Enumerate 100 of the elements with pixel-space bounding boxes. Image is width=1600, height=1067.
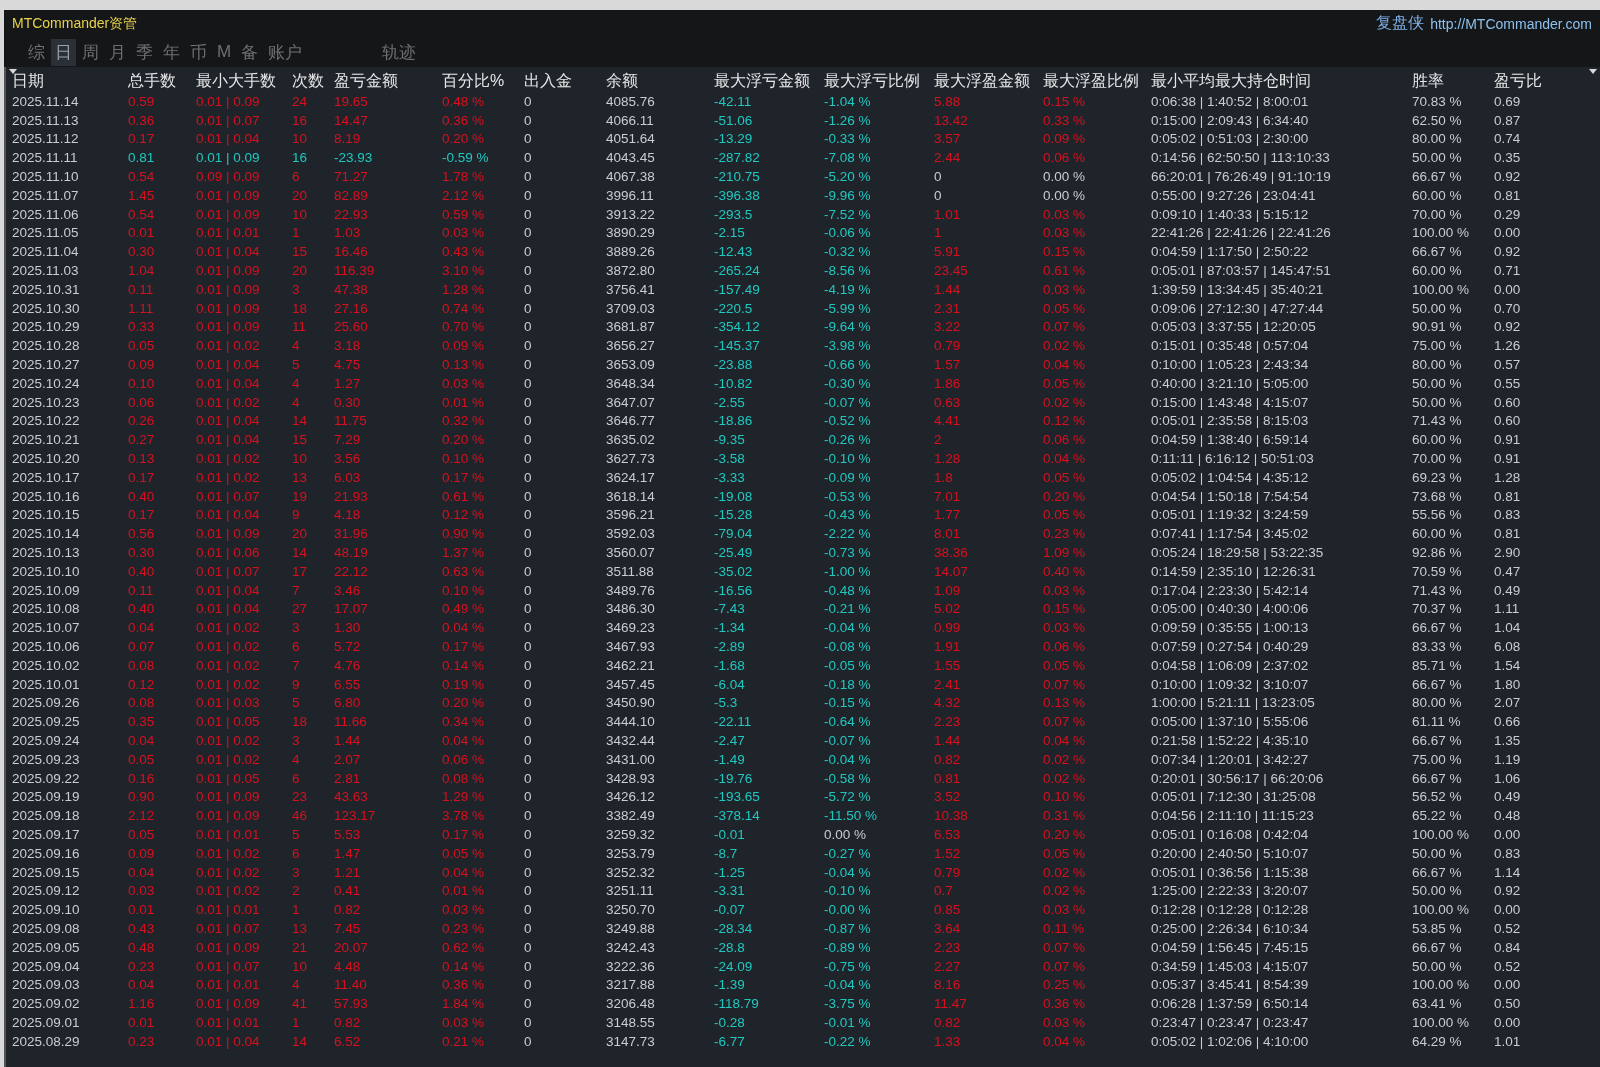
table-cell-text: 0.71 [1494, 263, 1522, 279]
table-cell-text: 2025.09.24 [12, 733, 81, 748]
table-cell-text: 3250.70 [606, 902, 656, 918]
tab[interactable]: 日 [51, 38, 76, 66]
table-cell-text: -0.66 % [824, 357, 872, 373]
table-cell-text: 0 [524, 526, 533, 542]
table-cell-text: 0.83 [1494, 507, 1522, 523]
table-cell-text: -0.28 [714, 1014, 746, 1030]
table-cell-text: 0.04 [128, 620, 156, 636]
table-cell-text: 0 [524, 375, 533, 391]
tab[interactable]: M [213, 40, 236, 64]
table-cell-text: -378.14 [714, 808, 761, 824]
table-cell-text: 0.43 [128, 920, 156, 936]
table-cell-text: 0.09 [128, 357, 156, 373]
table-cell-text: 17.07 [334, 601, 369, 617]
table-cell-text: 0.99 [934, 620, 962, 636]
column-header[interactable]: 最大浮盈比例 [1043, 71, 1151, 92]
table-cell-text: 0.08 [128, 695, 156, 711]
tab[interactable]: 轨迹 [378, 38, 421, 66]
table-cell-text: 0.03 % [1043, 582, 1087, 598]
website-link[interactable]: http://MTCommander.com [1430, 15, 1592, 32]
table-cell-text: 82.89 [334, 187, 369, 203]
table-cell-text: 0.92 [1494, 244, 1522, 260]
column-header[interactable]: 最小平均最大持仓时间 [1151, 71, 1412, 92]
table-cell-text: -293.5 [714, 206, 754, 222]
table-cell-text: 2025.09.15 [12, 864, 81, 880]
table-cell-text: 19 [292, 488, 309, 504]
table-cell-text: -220.5 [714, 300, 754, 316]
table-cell-text: 66.67 % [1412, 244, 1463, 260]
column-header[interactable]: 最小大手数 [196, 71, 292, 92]
column-header[interactable]: 胜率 [1412, 71, 1494, 92]
table-cell-text: 0:04:58 | 1:06:09 | 2:37:02 [1151, 657, 1310, 673]
table-cell-text: 2025.10.10 [12, 563, 81, 579]
table-cell-text: 0.01 | 0.04 [196, 432, 261, 448]
table-cell-text: -0.52 % [824, 413, 872, 429]
tab[interactable]: 备 [237, 38, 263, 66]
table-cell-text: 0:05:02 | 0:51:03 | 2:30:00 [1151, 131, 1310, 147]
table-cell-text: 5.72 [334, 639, 362, 654]
column-header[interactable]: 余额 [606, 71, 714, 92]
tab[interactable]: 月 [105, 38, 130, 66]
tab[interactable]: 季 [132, 38, 157, 66]
table-cell-text: 0.06 % [1043, 432, 1087, 448]
column-header[interactable]: 日期 [12, 71, 128, 92]
tab[interactable]: 币 [186, 38, 211, 66]
table-cell-text: 2.23 [934, 714, 962, 730]
table-cell-text: 0:04:59 | 1:56:45 | 7:45:15 [1151, 939, 1310, 955]
table-cell-text: 0.35 [1494, 150, 1522, 166]
table-cell-text: -35.02 [714, 563, 754, 579]
table-cell-text: 50.00 % [1412, 150, 1463, 166]
table-cell-text: 11.66 [334, 714, 368, 730]
table-cell-text: 0 [524, 695, 533, 711]
table-cell-text: 0.20 % [442, 131, 486, 147]
column-header[interactable]: 总手数 [128, 71, 196, 92]
table-cell-text: 2025.11.05 [12, 225, 80, 241]
tab[interactable]: 年 [159, 38, 184, 66]
column-header[interactable]: 盈亏比 [1494, 71, 1600, 92]
table-cell-text: 3147.73 [606, 1033, 656, 1049]
table-cell-text: 2025.09.01 [12, 1014, 81, 1030]
tab[interactable]: 综 [24, 38, 49, 66]
table-cell-text: 1.28 % [442, 281, 486, 297]
table-cell-text: 0.66 [1494, 714, 1522, 730]
table-cell-text: -10.82 [714, 375, 754, 391]
column-header[interactable]: 次数 [292, 71, 334, 92]
table-cell-text: 0.01 | 0.09 [196, 789, 261, 805]
table-cell-text: 48.19 [334, 545, 369, 560]
table-cell-text: 3 [292, 733, 301, 748]
table-cell-text: 1.04 [128, 263, 156, 279]
table-cell-text: 2025.10.24 [12, 375, 81, 391]
table-cell-text: 0.01 | 0.02 [196, 620, 261, 636]
tab[interactable]: 账户 [264, 38, 307, 66]
table-cell-text: 0.91 [1494, 451, 1522, 467]
tab[interactable]: 周 [78, 38, 103, 66]
column-header[interactable]: 最大浮亏比例 [824, 71, 934, 92]
table-cell-text: -8.56 % [824, 263, 872, 279]
table-cell-text: 18 [292, 300, 309, 316]
table-cell-text: 1.8 [934, 469, 954, 485]
column-header[interactable]: 盈亏金额 [334, 71, 442, 92]
column-header[interactable]: 出入金 [524, 71, 606, 92]
table-cell-text: 0.40 [128, 488, 156, 504]
table-cell-text: 0.17 % [442, 639, 486, 654]
table-cell-text: 3.57 [934, 131, 962, 147]
table-cell-text: 0.23 [128, 958, 156, 974]
table-cell-text: 0 [524, 714, 533, 730]
table-cell-text: 3618.14 [606, 488, 656, 504]
table-cell-text: -1.00 % [824, 563, 872, 579]
table-cell-text: 1.86 [934, 375, 962, 391]
table-cell-text: 3431.00 [606, 751, 656, 767]
table-cell-text: 0:14:59 | 2:35:10 | 12:26:31 [1151, 563, 1317, 579]
table-cell-text: 0.01 | 0.09 [196, 263, 261, 279]
table-cell-text: 0.04 % [1043, 451, 1087, 467]
column-header[interactable]: 百分比% [442, 71, 524, 92]
column-header[interactable]: 最大浮亏金额 [714, 71, 824, 92]
table-cell-text: 2025.09.10 [12, 902, 81, 918]
table-cell-text: -2.15 [714, 225, 746, 241]
table-cell-text: 0.81 [1494, 488, 1522, 504]
table-cell-text: -0.27 % [824, 845, 872, 861]
column-header[interactable]: 最大浮盈金额 [934, 71, 1043, 92]
table-cell-text: 2025.10.23 [12, 394, 81, 410]
table-cell-text: 0.61 % [1043, 263, 1087, 279]
table-cell-text: 20.07 [334, 939, 369, 955]
